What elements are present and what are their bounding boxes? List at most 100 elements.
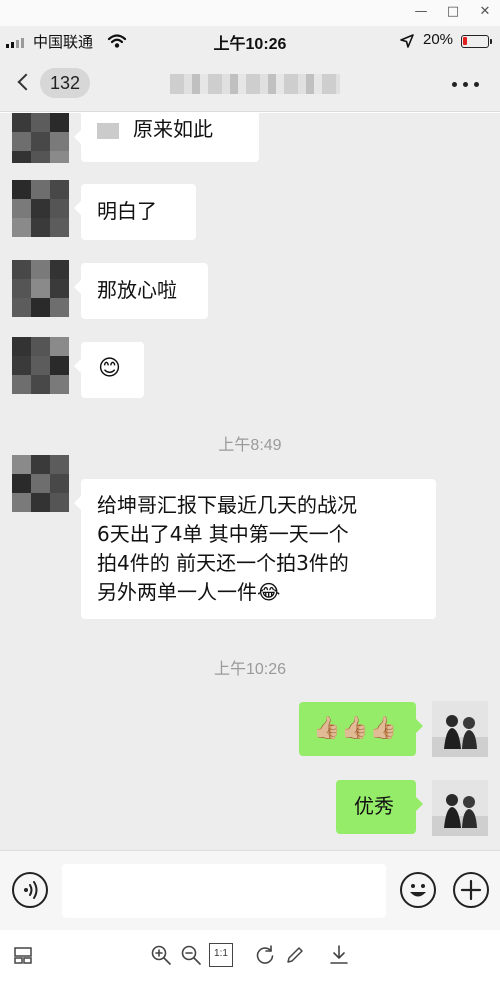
unread-count-badge: 132 (40, 68, 91, 98)
avatar-mosaic-block (31, 356, 50, 375)
message-bubble[interactable]: 😊 (74, 342, 144, 398)
avatar-mosaic-block (12, 493, 31, 512)
avatar-mosaic-block (50, 151, 69, 163)
avatar-mosaic-block (50, 493, 69, 512)
location-arrow-icon (400, 34, 414, 48)
avatar-mosaic-block (12, 356, 31, 375)
battery-percent: 20% (423, 31, 454, 48)
message-bubble[interactable]: 明白了 (74, 184, 196, 240)
battery-icon (461, 35, 492, 48)
plus-icon[interactable] (453, 872, 489, 908)
viewer-toolbar: 1:1 (0, 930, 500, 985)
avatar-mosaic-block (50, 180, 69, 199)
avatar-mosaic-block (12, 455, 31, 474)
avatar-mosaic-block (31, 493, 50, 512)
avatar-mosaic-block (31, 279, 50, 298)
my-avatar[interactable] (432, 780, 488, 836)
avatar-mosaic-block (12, 279, 31, 298)
avatar-mosaic-block (12, 180, 31, 199)
input-bar (0, 850, 500, 930)
message-text: 原来如此 (133, 117, 213, 141)
chat-header: 132 (0, 56, 500, 112)
avatar-mosaic-block (31, 180, 50, 199)
blurred-text (97, 123, 119, 139)
avatar-mosaic-block (31, 474, 50, 493)
avatar-mosaic-block (31, 113, 50, 132)
avatar-mosaic-block (12, 337, 31, 356)
avatar-mosaic-block (50, 455, 69, 474)
message-bubble[interactable]: 那放心啦 (74, 263, 208, 319)
avatar-mosaic-block (12, 298, 31, 317)
avatar-mosaic-block (31, 337, 50, 356)
avatar-mosaic-block (31, 375, 50, 394)
avatar-mosaic-block (50, 356, 69, 375)
avatar-mosaic-block (31, 151, 50, 163)
back-button[interactable]: 132 (0, 56, 100, 112)
smiley-emoji: 😊 (98, 356, 121, 381)
message-list[interactable]: 原来如此 明白了 那放心啦 😊 上午8:49 给坤哥汇报下最近几天的战况 6天出… (0, 113, 500, 850)
message-bubble[interactable]: 给坤哥汇报下最近几天的战况 6天出了4单 其中第一天一个 拍4件的 前天还一个拍… (74, 479, 436, 619)
avatar-mosaic-block (12, 260, 31, 279)
avatar-mosaic-block (12, 199, 31, 218)
avatar-mosaic-block (50, 375, 69, 394)
avatar-mosaic-block (50, 298, 69, 317)
avatar-mosaic-block (50, 132, 69, 151)
avatar-mosaic-block (31, 260, 50, 279)
avatar-mosaic-block (12, 132, 31, 151)
message-bubble-outgoing[interactable]: 优秀 (336, 780, 423, 834)
avatar-mosaic-block (50, 279, 69, 298)
avatar-mosaic-block (12, 474, 31, 493)
avatar[interactable] (12, 337, 69, 394)
more-options-button[interactable] (440, 68, 492, 100)
zoom-in-icon[interactable] (149, 943, 173, 967)
battery-level (463, 37, 468, 45)
message-bubble-outgoing[interactable]: 👍🏼👍🏼👍🏼 (299, 702, 423, 756)
minimize-icon[interactable]: — (408, 2, 434, 22)
message-input[interactable] (62, 864, 386, 918)
chat-title-blurred (170, 74, 340, 94)
layout-icon[interactable] (12, 943, 36, 967)
avatar[interactable] (12, 113, 69, 163)
voice-icon[interactable] (12, 872, 48, 908)
avatar-mosaic-block (50, 260, 69, 279)
avatar-mosaic-block (50, 218, 69, 237)
download-icon[interactable] (327, 943, 351, 967)
avatar-mosaic-block (31, 218, 50, 237)
message-text: 那放心啦 (97, 278, 177, 302)
message-text: 优秀 (354, 794, 394, 818)
avatar-mosaic-block (50, 199, 69, 218)
avatar-mosaic-block (12, 113, 31, 132)
avatar-mosaic-block (31, 132, 50, 151)
my-avatar[interactable] (432, 701, 488, 757)
message-text: 明白了 (97, 199, 157, 223)
avatar-photo (432, 701, 488, 757)
maximize-icon[interactable]: □ (440, 2, 466, 22)
avatar[interactable] (12, 180, 69, 237)
status-bar: 中国联通 上午10:26 20% (0, 26, 500, 56)
avatar-mosaic-block (50, 337, 69, 356)
avatar-mosaic-block (50, 113, 69, 132)
actual-size-icon[interactable]: 1:1 (209, 943, 233, 967)
edit-icon[interactable] (283, 943, 307, 967)
smiley-icon[interactable] (400, 872, 436, 908)
window-title-bar: — □ ✕ (0, 0, 500, 26)
avatar-mosaic-block (50, 474, 69, 493)
timestamp: 上午8:49 (218, 437, 282, 454)
thumbs-up-emoji: 👍🏼👍🏼👍🏼 (313, 716, 399, 741)
rotate-icon[interactable] (253, 943, 277, 967)
message-text: 给坤哥汇报下最近几天的战况 6天出了4单 其中第一天一个 拍4件的 前天还一个拍… (97, 493, 357, 604)
close-icon[interactable]: ✕ (472, 2, 498, 22)
chevron-left-icon (17, 73, 35, 91)
avatar-mosaic-block (12, 151, 31, 163)
avatar-mosaic-block (31, 298, 50, 317)
avatar[interactable] (12, 455, 69, 512)
avatar-mosaic-block (12, 218, 31, 237)
avatar-photo (432, 780, 488, 836)
zoom-out-icon[interactable] (179, 943, 203, 967)
avatar[interactable] (12, 260, 69, 317)
timestamp: 上午10:26 (213, 661, 287, 678)
avatar-mosaic-block (12, 375, 31, 394)
avatar-mosaic-block (31, 455, 50, 474)
message-bubble[interactable]: 原来如此 (74, 113, 259, 162)
avatar-mosaic-block (31, 199, 50, 218)
